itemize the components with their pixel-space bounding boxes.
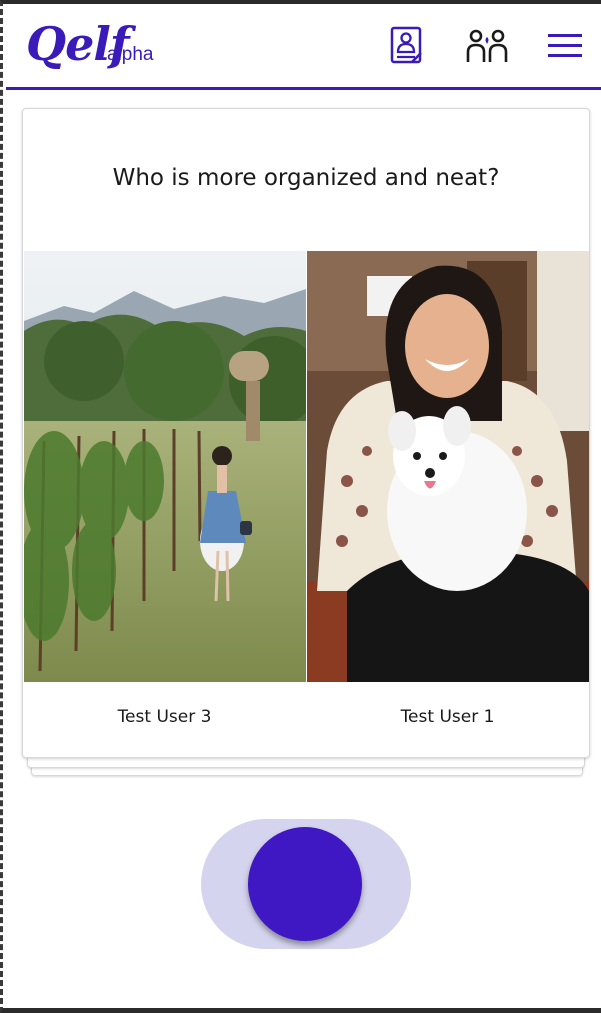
candidate-name-right: Test User 1 [400, 707, 495, 727]
candidate-name-left: Test User 3 [117, 707, 212, 727]
question-card: Who is more organized and neat? Test Use… [22, 108, 590, 758]
puppy-photo [307, 251, 589, 682]
toggle-switch[interactable] [201, 819, 411, 949]
toggle-knob[interactable] [248, 827, 362, 941]
app-logo-subtitle: alpha [107, 44, 154, 65]
top-bar: Qelf alpha [6, 4, 601, 90]
hamburger-menu-icon[interactable] [545, 26, 585, 66]
vineyard-photo [24, 251, 306, 682]
question-text: Who is more organized and neat? [112, 165, 500, 191]
app-frame: Qelf alpha Who is more organized and nea… [0, 0, 601, 1013]
profile-card-icon[interactable] [387, 26, 427, 66]
candidate-photo-left[interactable] [24, 251, 306, 682]
candidate-photo-right[interactable] [307, 251, 589, 682]
friends-icon[interactable] [463, 26, 511, 66]
